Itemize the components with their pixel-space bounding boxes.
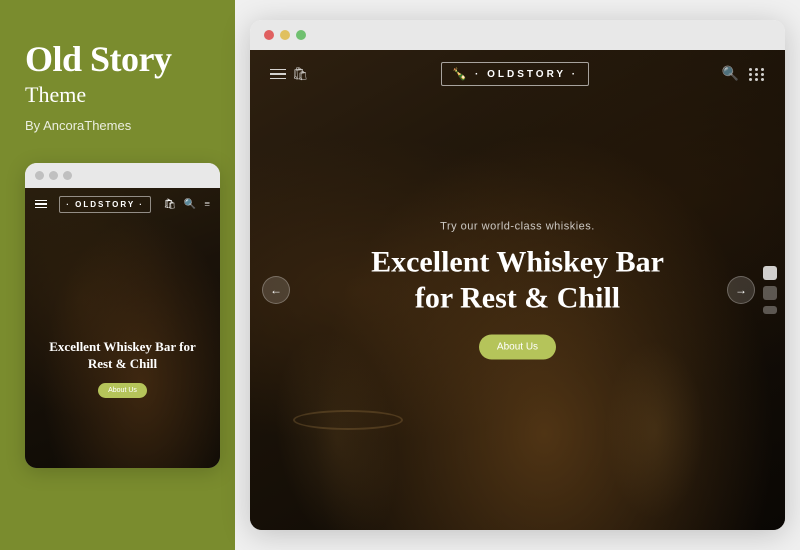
small-cart-icon[interactable]: 🛍	[163, 199, 176, 210]
large-dot-yellow	[280, 30, 290, 40]
small-menu-icon[interactable]: ≡	[204, 199, 210, 210]
small-titlebar	[25, 163, 220, 188]
hero-tagline: Try our world-class whiskies.	[358, 221, 678, 233]
slide-next-arrow[interactable]: →	[727, 276, 755, 304]
small-hamburger-icon[interactable]	[35, 200, 47, 209]
right-panel: 🛍 🍾 · OLDSTORY · 🔍	[235, 0, 800, 550]
large-logo: 🍾 · OLDSTORY ·	[441, 62, 589, 86]
theme-author: By AncoraThemes	[25, 118, 210, 133]
slide-prev-arrow[interactable]: ←	[262, 276, 290, 304]
search-icon[interactable]: 🔍	[722, 66, 739, 83]
slide-indicator-1[interactable]	[763, 266, 777, 280]
dot-red	[35, 171, 44, 180]
slide-indicator-2[interactable]	[763, 286, 777, 300]
slide-indicator-3[interactable]	[763, 306, 777, 314]
dot-yellow	[49, 171, 58, 180]
large-nav-left-group: 🛍	[270, 66, 309, 82]
large-dot-green	[296, 30, 306, 40]
small-nav: · OLDSTORY · 🛍 🔍 ≡	[25, 188, 220, 221]
small-about-us-button[interactable]: About Us	[98, 383, 147, 398]
small-nav-icons: 🛍 🔍 ≡	[163, 199, 210, 210]
small-bg-image	[25, 188, 220, 468]
theme-title: Old Story	[25, 40, 210, 80]
hero-heading: Excellent Whiskey Bar for Rest & Chill	[358, 245, 678, 317]
large-nav: 🛍 🍾 · OLDSTORY · 🔍	[250, 50, 785, 98]
large-hero-content: Try our world-class whiskies. Excellent …	[358, 221, 678, 360]
small-preview-card: · OLDSTORY · 🛍 🔍 ≡ Excellent Whiskey Bar…	[25, 163, 220, 468]
theme-subtitle: Theme	[25, 82, 210, 108]
large-nav-right-group: 🔍	[722, 66, 765, 83]
small-browser-window: · OLDSTORY · 🛍 🔍 ≡ Excellent Whiskey Bar…	[25, 188, 220, 468]
about-us-button[interactable]: About Us	[479, 335, 556, 360]
hamburger-icon[interactable]	[270, 69, 286, 80]
large-browser-window: 🛍 🍾 · OLDSTORY · 🔍	[250, 50, 785, 530]
small-search-icon[interactable]: 🔍	[184, 199, 196, 210]
small-hero-heading: Excellent Whiskey Bar for Rest & Chill	[37, 339, 208, 373]
left-panel: Old Story Theme By AncoraThemes · OLDSTO…	[0, 0, 235, 550]
grid-icon[interactable]	[749, 68, 765, 81]
large-preview-card: 🛍 🍾 · OLDSTORY · 🔍	[250, 20, 785, 530]
slide-indicators	[763, 266, 777, 314]
large-dot-red	[264, 30, 274, 40]
small-hero-content: Excellent Whiskey Bar for Rest & Chill A…	[25, 339, 220, 398]
bottle-icon: 🍾	[452, 67, 470, 81]
small-logo: · OLDSTORY ·	[59, 196, 151, 213]
dot-green	[63, 171, 72, 180]
glass-decoration-2	[605, 340, 705, 520]
large-titlebar	[250, 20, 785, 50]
glass-rim-decoration	[293, 410, 403, 430]
cart-icon[interactable]: 🛍	[292, 66, 309, 82]
